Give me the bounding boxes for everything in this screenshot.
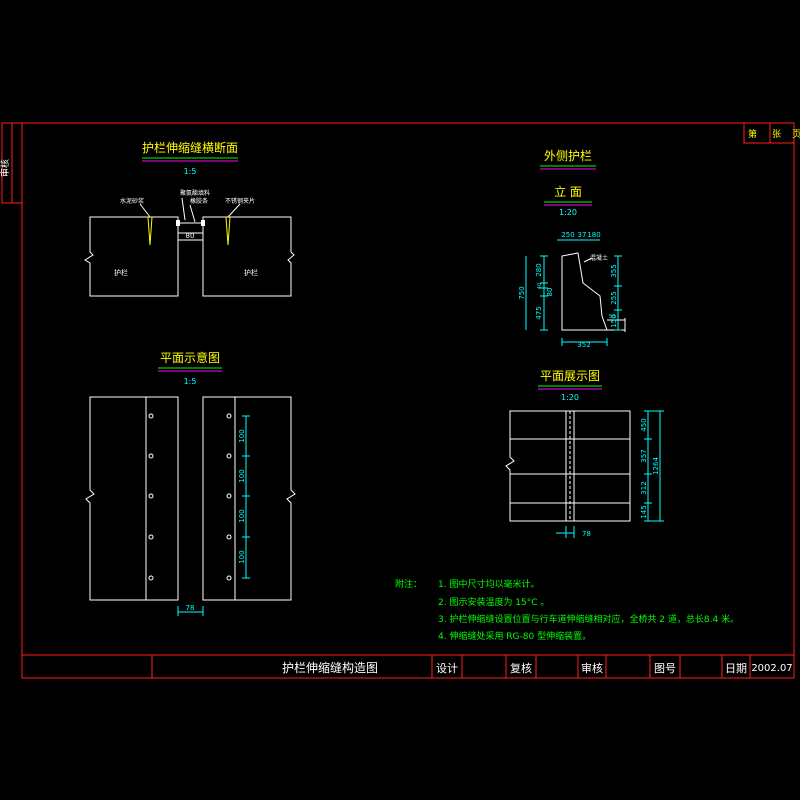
elev-right-dim-1: 355 [610,264,618,277]
sheet-box: 第 张 页 [743,122,800,144]
rail-plan-scale: 1:20 [561,393,579,402]
elev-label-cap: 混凝土 [590,254,608,262]
label-gap-rubber: 橡胶条 [190,197,208,205]
drawing-title: 护栏伸缩缝构造图 [282,660,378,675]
tb-review: 复核 [510,661,532,675]
section-scale: 1:5 [184,167,197,176]
elev-left-dim-4: 475 [535,306,543,319]
plan-dim-1: 100 [238,429,246,442]
section-view: 护栏伸缩缝横断面 1:5 水泥砂浆 聚氨酯填料 橡胶条 不锈钢夹片 80 护栏 … [84,140,295,297]
elev-total-height: 750 [518,286,526,299]
sheet-box-part1: 第 [748,128,757,140]
plan-dim-2: 100 [238,469,246,482]
elev-right-dim-small: 50 [609,314,615,320]
notes: 附注： 1. 图中尺寸均以毫米计。 2. 图示安装温度为 15°C 。 3. 护… [395,578,739,642]
elev-left-dim-2: 40 [537,283,543,289]
label-right-top: 不锈钢夹片 [225,197,255,205]
elev-top-dim-3: 180 [587,231,600,239]
tb-drawing-no: 图号 [654,662,676,675]
section-title: 护栏伸缩缝横断面 [142,140,238,155]
note-3: 3. 护栏伸缩缝设置位置与行车道伸缩缝相对应，全桥共 2 道，总长8.4 米。 [438,613,739,625]
plan-dim-3: 100 [238,509,246,522]
elev-top-dim-2: 37 [578,231,587,239]
plan-left-block [85,396,179,601]
plan-bottom-dim: 78 [186,604,195,612]
plan-title: 平面示意图 [160,350,220,365]
plan-view: 平面示意图 1:5 100 100 100 100 78 [85,350,296,616]
rail-plan-outline [505,410,631,522]
rail-plan-dim-2: 357 [640,449,648,462]
plan-scale: 1:5 [184,377,197,386]
rail-plan-title: 平面展示图 [540,369,600,383]
side-label: 审核 [0,159,11,177]
notes-heading: 附注： [395,578,422,590]
note-4: 4. 伸缩缝处采用 RG-80 型伸缩装置。 [438,630,591,642]
outer-rail-title: 外侧护栏 [544,148,592,163]
elev-left-dim-3: 80 [546,288,554,297]
rail-plan-dim-3: 312 [640,481,648,494]
tb-date-value: 2002.07 [751,663,792,674]
outer-rail-elevation: 外侧护栏 立 面 1:20 混凝土 250 37 180 750 280 40 … [518,148,626,349]
rail-plan-dim-1: 450 [640,418,648,431]
rail-plan: 平面展示图 1:20 450 357 312 145 1264 78 [505,369,664,538]
plan-dim-4: 100 [238,550,246,563]
elev-scale: 1:20 [559,208,577,217]
rail-profile [561,252,608,331]
section-body-left: 护栏 [114,268,128,277]
elev-right-dim-2: 255 [610,291,618,304]
elev-title: 立 面 [554,184,582,199]
drawing-frame [1,122,795,679]
section-body-right: 护栏 [244,268,258,277]
plan-right-block [202,396,296,601]
section-left-block [84,216,179,297]
elev-top-dim-1: 250 [561,231,574,239]
sheet-box-part2: 张 [772,129,781,140]
elev-left-dim-1: 280 [535,263,543,276]
label-gap-fill: 聚氨酯填料 [180,189,210,197]
title-block: 护栏伸缩缝构造图 设计 复核 审核 图号 日期 2002.07 [151,655,793,678]
sheet-box-part3: 页 [792,129,800,140]
note-2: 2. 图示安装温度为 15°C 。 [438,596,549,608]
rail-plan-bottom-dim: 78 [582,530,591,538]
rail-plan-dim-4: 145 [640,505,648,518]
section-right-block [202,216,295,297]
elev-bottom-dim: 352 [577,341,590,349]
note-1: 1. 图中尺寸均以毫米计。 [438,578,539,590]
tb-audit: 审核 [581,661,603,675]
tb-design: 设计 [436,662,458,675]
section-gap-dim: 80 [186,232,195,240]
cad-drawing: 审核 第 张 页 护栏伸缩缝横断面 1:5 水泥砂浆 聚氨酯填料 橡胶条 不锈钢… [0,122,800,679]
rail-plan-total: 1264 [652,457,660,475]
label-left-top: 水泥砂浆 [120,197,144,205]
tb-date-label: 日期 [725,662,747,675]
